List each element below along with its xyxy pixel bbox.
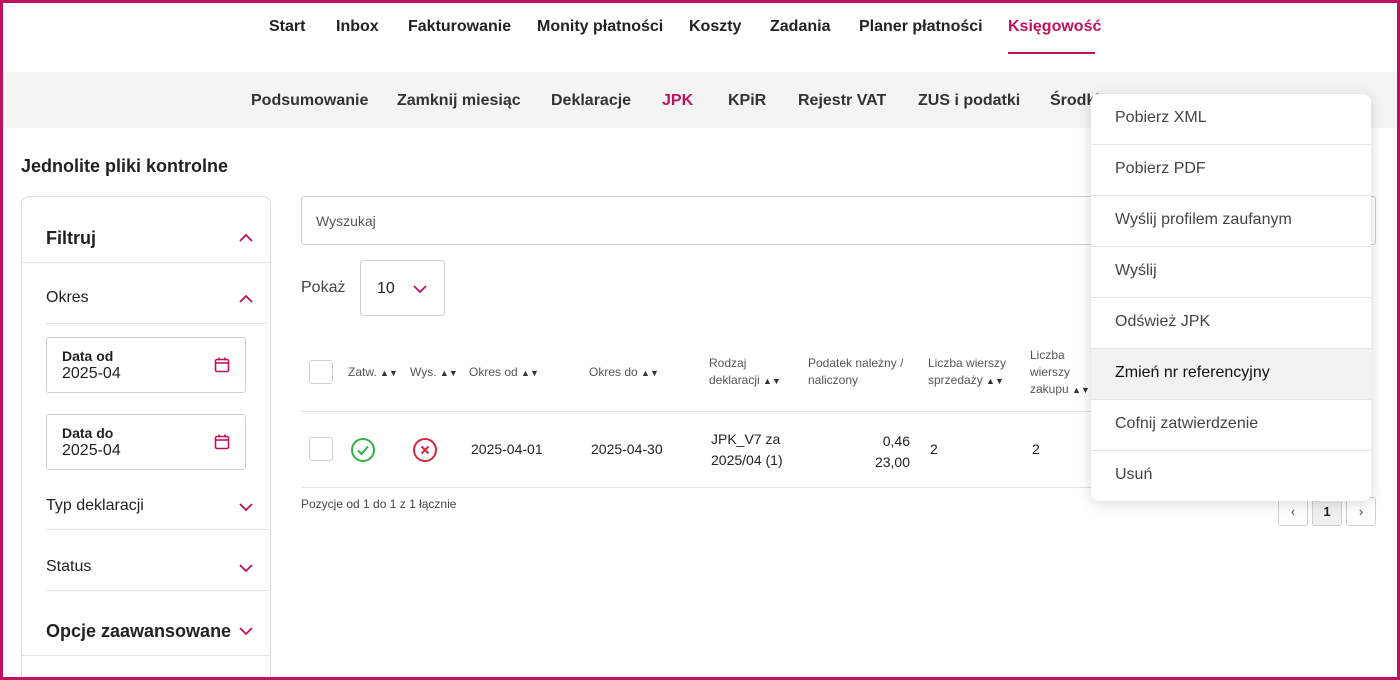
check-circle-icon <box>350 437 376 463</box>
cell-tax: 0,46 23,00 <box>874 433 910 470</box>
chevron-down-icon <box>411 280 429 298</box>
active-nav-underline <box>1008 52 1095 54</box>
chevron-up-icon[interactable] <box>237 229 255 247</box>
advanced-options-label[interactable]: Opcje zaawansowane <box>46 621 231 642</box>
subnav-item-kpir[interactable]: KPiR <box>728 92 766 110</box>
nav-item-tasks[interactable]: Zadania <box>770 18 830 36</box>
sort-icon: ▲▼ <box>380 368 398 378</box>
positions-summary: Pozycje od 1 do 1 z 1 łącznie <box>301 497 457 511</box>
declaration-type-label: Typ deklaracji <box>46 497 144 514</box>
x-circle-icon <box>412 437 438 463</box>
menu-item-send-trusted-profile[interactable]: Wyślij profilem zaufanym <box>1091 196 1371 247</box>
nav-item-inbox[interactable]: Inbox <box>336 18 379 36</box>
pagination-next-button[interactable]: › <box>1346 497 1376 526</box>
menu-item-undo-approval[interactable]: Cofnij zatwierdzenie <box>1091 400 1371 451</box>
date-to-label: Data do <box>62 425 114 441</box>
row-actions-menu: Pobierz XML Pobierz PDF Wyślij profilem … <box>1091 94 1371 501</box>
cell-sales-rows: 2 <box>930 441 938 457</box>
cell-declaration-type: JPK_V7 za 2025/04 (1) <box>711 431 783 468</box>
subnav-item-close-month[interactable]: Zamknij miesiąc <box>397 92 521 110</box>
menu-item-send[interactable]: Wyślij <box>1091 247 1371 298</box>
menu-item-delete[interactable]: Usuń <box>1091 451 1371 501</box>
menu-item-download-xml[interactable]: Pobierz XML <box>1091 94 1371 145</box>
filter-header[interactable]: Filtruj <box>22 197 270 263</box>
page-title: Jednolite pliki kontrolne <box>21 156 229 176</box>
calendar-icon[interactable] <box>213 433 231 451</box>
sort-icon: ▲▼ <box>763 376 781 386</box>
pagination-page-button[interactable]: 1 <box>1312 497 1342 526</box>
column-header-period-from[interactable]: Okres od ▲▼ <box>469 364 539 382</box>
date-to-value: 2025-04 <box>62 442 121 459</box>
filter-section-declaration-type[interactable]: Typ deklaracji <box>46 469 268 530</box>
subnav-item-vat-register[interactable]: Rejestr VAT <box>798 92 886 110</box>
top-nav: Start Inbox Fakturowanie Monity płatnośc… <box>0 0 1400 72</box>
select-all-checkbox[interactable] <box>309 360 333 384</box>
subnav-item-declarations[interactable]: Deklaracje <box>551 92 631 110</box>
cell-period-from: 2025-04-01 <box>471 441 543 457</box>
nav-item-payment-reminders[interactable]: Monity płatności <box>537 18 663 36</box>
column-header-period-to[interactable]: Okres do ▲▼ <box>589 364 659 382</box>
filter-title: Filtruj <box>46 228 96 248</box>
column-header-approved[interactable]: Zatw. ▲▼ <box>348 364 398 382</box>
nav-item-payment-planner[interactable]: Planer płatności <box>859 18 983 36</box>
date-from-label: Data od <box>62 348 114 364</box>
calendar-icon[interactable] <box>213 356 231 374</box>
page-size-label: Pokaż <box>301 279 346 296</box>
sort-icon: ▲▼ <box>641 368 659 378</box>
date-to-field[interactable]: Data do 2025-04 <box>46 414 246 470</box>
table-divider <box>301 411 1091 412</box>
column-header-sent[interactable]: Wys. ▲▼ <box>410 364 458 382</box>
date-from-value: 2025-04 <box>62 365 121 382</box>
chevron-up-icon[interactable] <box>237 290 255 308</box>
sort-icon: ▲▼ <box>986 376 1004 386</box>
date-from-field[interactable]: Data od 2025-04 <box>46 337 246 393</box>
sort-icon: ▲▼ <box>439 368 458 378</box>
filter-panel: Filtruj Okres Data od 2025-04 Data do 20… <box>21 196 271 680</box>
nav-item-invoicing[interactable]: Fakturowanie <box>408 18 511 36</box>
column-header-purchase-rows[interactable]: Liczba wierszy zakupu ▲▼ <box>1030 347 1090 399</box>
column-header-sales-rows[interactable]: Liczba wierszy sprzedaży ▲▼ <box>928 355 1006 390</box>
nav-item-costs[interactable]: Koszty <box>689 18 741 36</box>
row-checkbox[interactable] <box>309 437 333 461</box>
column-header-tax: Podatek należny / naliczony <box>808 356 904 387</box>
pagination-prev-button[interactable]: ‹ <box>1278 497 1308 526</box>
page-size-select[interactable]: 10 <box>360 260 445 316</box>
cell-purchase-rows: 2 <box>1032 441 1040 457</box>
chevron-down-icon[interactable] <box>237 559 255 577</box>
status-label: Status <box>46 558 92 575</box>
menu-item-download-pdf[interactable]: Pobierz PDF <box>1091 145 1371 196</box>
column-header-declaration-type[interactable]: Rodzaj deklaracji ▲▼ <box>709 355 781 390</box>
sort-icon: ▲▼ <box>521 368 539 378</box>
chevron-down-icon[interactable] <box>237 622 255 640</box>
nav-item-start[interactable]: Start <box>269 18 305 36</box>
cell-period-to: 2025-04-30 <box>591 441 663 457</box>
subnav-item-summary[interactable]: Podsumowanie <box>251 92 368 110</box>
subnav-item-zus-taxes[interactable]: ZUS i podatki <box>918 92 1020 110</box>
page-size-value: 10 <box>377 280 395 297</box>
subnav-item-jpk[interactable]: JPK <box>662 92 693 110</box>
period-label: Okres <box>46 289 89 306</box>
chevron-down-icon[interactable] <box>237 498 255 516</box>
filter-section-period[interactable]: Okres <box>46 263 268 324</box>
menu-item-refresh-jpk[interactable]: Odśwież JPK <box>1091 298 1371 349</box>
nav-item-accounting[interactable]: Księgowość <box>1008 18 1101 36</box>
sort-icon: ▲▼ <box>1072 385 1090 395</box>
table-divider <box>301 487 1091 488</box>
filter-section-status[interactable]: Status <box>46 530 268 591</box>
menu-item-change-reference-number[interactable]: Zmień nr referencyjny <box>1091 349 1371 400</box>
divider <box>22 655 270 656</box>
